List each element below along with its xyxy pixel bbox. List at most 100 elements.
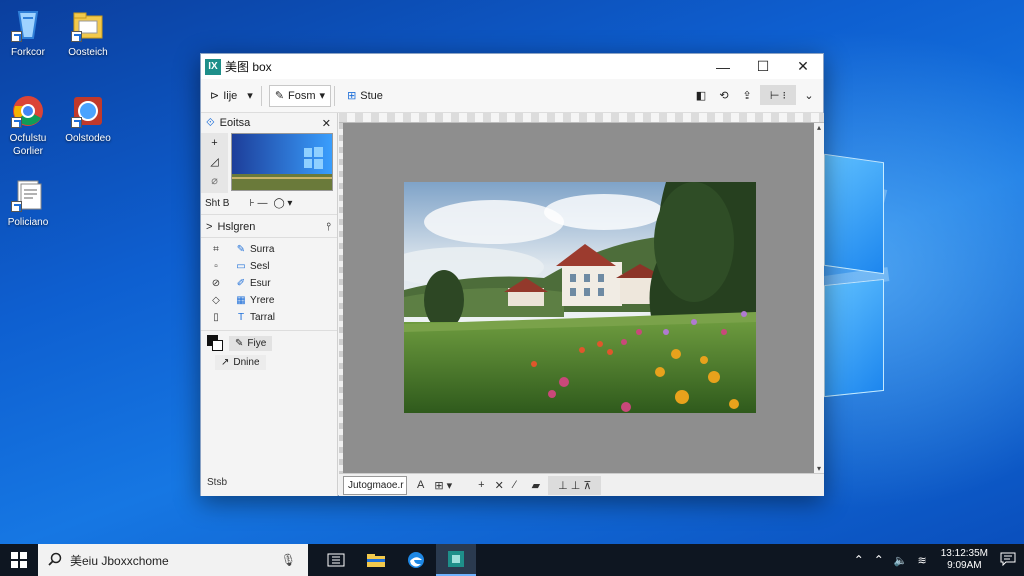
square-icon: ▫ [214, 261, 218, 272]
save-icon[interactable]: ◧ [691, 85, 711, 105]
circle-icon[interactable]: ◯ ▾ [273, 198, 292, 209]
slide-icon: ⊞ [347, 90, 357, 102]
desktop-icon-label: Oosteich [68, 47, 108, 58]
form-menu-button[interactable]: ✎ Fosm ▾ [268, 84, 332, 107]
image-canvas[interactable] [404, 182, 756, 413]
task-view-button[interactable] [316, 544, 356, 576]
clock-time: 13:12:35M [940, 548, 988, 559]
drive-button[interactable]: ↗ Dnine [215, 355, 266, 370]
pin-icon[interactable]: ⫯ [326, 221, 331, 234]
plus-icon[interactable]: + [211, 137, 217, 149]
recycle-bin-icon [11, 8, 45, 42]
notification-icon[interactable] [1000, 552, 1016, 569]
search-text: 美eiu Jboxxchome [70, 553, 169, 568]
ruler-left [339, 123, 343, 473]
scroll-up-icon[interactable]: ▴ [814, 123, 824, 132]
taskbar-search[interactable]: 美eiu Jboxxchome 🎙 [38, 544, 308, 576]
layer-icon[interactable]: ▰ [532, 479, 540, 492]
start-button[interactable] [0, 544, 38, 576]
list-item[interactable]: ▫ ▭ Sesl [201, 258, 337, 275]
frame-icon: ⌗ [213, 244, 219, 255]
share-icon[interactable]: ⇪ [737, 85, 757, 105]
plus-icon[interactable]: + [478, 479, 484, 491]
document-icon [11, 178, 45, 212]
panel-header-edit[interactable]: ⟐ Eoitsa ✕ [201, 113, 337, 133]
clock[interactable]: 13:12:35M 9:09AM [941, 548, 988, 572]
eye-icon: ◇ [212, 295, 220, 306]
desktop-icon-label: Ocfulstu Gorlier [9, 133, 47, 157]
title-bar[interactable]: IX 美图 box — ☐ ✕ [201, 54, 823, 79]
panel-header-layers[interactable]: > Hslgren ⫯ [201, 217, 337, 237]
refresh-icon[interactable]: ⟲ [714, 85, 734, 105]
file-explorer-button[interactable] [356, 544, 396, 576]
desktop-icon-chrome[interactable]: Ocfulstu Gorlier [0, 94, 56, 158]
canvas-area[interactable]: ▴ ▾ [339, 113, 824, 473]
list-item[interactable]: ⌗ ✎ Surra [201, 241, 337, 258]
wifi-icon[interactable]: ≋ [918, 554, 927, 567]
clock-date: 9:09AM [947, 560, 982, 571]
grid-icon: ▦ [236, 295, 246, 306]
list-item[interactable]: ◇ ▦ Yrere [201, 292, 337, 309]
resize-icon[interactable]: ⊦ — [249, 198, 267, 209]
vertical-scrollbar[interactable]: ▴ ▾ [814, 123, 824, 473]
app-icon: IX [205, 58, 221, 75]
edge-icon [408, 552, 424, 568]
maximize-button[interactable]: ☐ [743, 54, 783, 79]
desktop-icon-app[interactable]: Oolstodeo [60, 94, 116, 145]
desktop-icon-folder[interactable]: Oosteich [60, 8, 116, 59]
edge-button[interactable] [396, 544, 436, 576]
zoom-field[interactable]: Jutogmaoe.r [343, 475, 407, 495]
microphone-icon[interactable]: 🎙 [281, 553, 296, 567]
cursor-icon: ⊳ [210, 90, 220, 102]
slide-button[interactable]: ⊞ Stue [342, 85, 388, 107]
desktop-icon-document[interactable]: Policiano [0, 178, 56, 229]
list-item[interactable]: ⊘ ✐ Esur [201, 275, 337, 292]
chevron-up-icon[interactable]: ⌃ [854, 553, 864, 567]
folder-icon [367, 554, 385, 567]
grid-dropdown-icon[interactable]: ⊞ ▾ [434, 479, 452, 492]
panel-title: Hslgren [217, 221, 256, 233]
taskbar: 美eiu Jboxxchome 🎙 ⌃ ⌃ 🔈 ≋ 13:12:35M 9:09… [0, 544, 1024, 576]
system-tray: ⌃ ⌃ 🔈 ≋ 13:12:35M 9:09AM [854, 544, 1024, 576]
list-item[interactable]: ▯ T Tarral [201, 309, 337, 326]
cross-icon[interactable]: ✕ [495, 479, 504, 492]
frame-button[interactable]: ✎ Fiye [229, 335, 273, 351]
app-window: IX 美图 box — ☐ ✕ ⊳ Iije ▾ ✎ Fosm ▾ ⊞ Stue… [200, 53, 824, 496]
search-icon [48, 552, 62, 569]
pen-icon: ✎ [274, 90, 285, 102]
slide-label: Stue [360, 89, 383, 102]
minimize-button[interactable]: — [703, 54, 743, 79]
task-view-icon [327, 553, 345, 567]
type-icon: ▯ [213, 312, 219, 323]
wand-icon[interactable]: ⁄ [514, 479, 516, 491]
crop-icon[interactable]: ◿ [210, 155, 218, 168]
file-menu-label: Iije [223, 89, 238, 102]
desktop-icon-label: Policiano [7, 217, 49, 228]
speaker-icon[interactable]: 🔈 [894, 554, 908, 567]
chevron-up-icon[interactable]: ⌃ [874, 553, 884, 567]
chevron-right-icon: > [206, 221, 213, 233]
arrow-icon: ↗ [221, 357, 230, 368]
desktop-icon-recycle[interactable]: Forkcor [0, 8, 56, 59]
tool-column: + ◿ ⌀ [201, 133, 228, 193]
panel-title: Eoitsa [219, 117, 251, 129]
color-swatch-icon[interactable] [207, 335, 223, 351]
text-tool-icon[interactable]: A [417, 479, 424, 491]
close-button[interactable]: ✕ [783, 54, 823, 79]
edit-icon: ⟐ [206, 116, 215, 129]
fit-icon[interactable]: ⊢ ⁝ [760, 85, 796, 105]
eraser-icon[interactable]: ⌀ [211, 174, 218, 187]
align-icon[interactable]: ⊥ ⊥ ⊼ [548, 475, 602, 495]
chevron-down-icon[interactable]: ⌄ [799, 85, 819, 105]
desktop-icon-label: Oolstodeo [65, 133, 111, 144]
scroll-down-icon[interactable]: ▾ [814, 464, 824, 473]
brush-icon: ✎ [236, 244, 246, 255]
file-menu-button[interactable]: ⊳ Iije ▾ [205, 85, 258, 107]
status-bar: Jutogmaoe.r A ⊞ ▾ + ✕ ⁄ ▰ ⊥ ⊥ ⊼ [339, 473, 824, 496]
size-row: Sht B ⊦ — ◯ ▾ [201, 193, 337, 215]
app-taskbar-button[interactable] [436, 544, 476, 576]
edit-icon: ✐ [236, 278, 246, 289]
preview-thumbnail[interactable] [231, 133, 333, 191]
close-icon[interactable]: ✕ [322, 117, 331, 130]
desktop-icon-label: Forkcor [11, 47, 45, 58]
